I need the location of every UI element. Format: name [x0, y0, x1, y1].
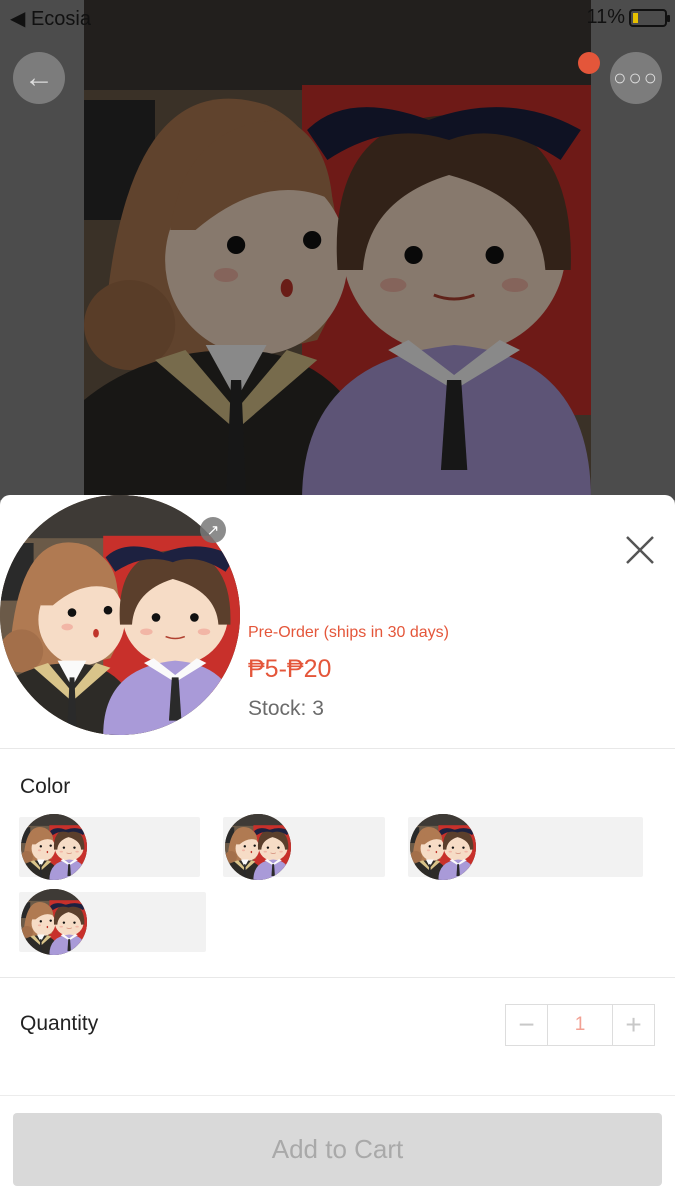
- more-dots-icon: ○○○: [613, 65, 659, 90]
- arrow-left-icon: ←: [24, 61, 54, 94]
- preorder-label: Pre-Order (ships in 30 days): [248, 624, 449, 641]
- divider: [0, 748, 675, 749]
- close-icon[interactable]: [623, 533, 657, 567]
- add-to-cart-button[interactable]: Add to Cart: [13, 1113, 662, 1186]
- status-carrier: ◀ Ecosia: [10, 8, 91, 30]
- color-option-1[interactable]: [19, 814, 200, 880]
- decrement-button[interactable]: −: [506, 1005, 547, 1045]
- quantity-input[interactable]: 1: [547, 1005, 613, 1045]
- price-range: ₱5-₱20: [248, 655, 332, 683]
- color-option-4[interactable]: [19, 889, 206, 955]
- option-thumbnail: [21, 889, 87, 955]
- battery-icon: [629, 8, 670, 27]
- quantity-section-title: Quantity: [20, 1012, 99, 1035]
- color-option-2[interactable]: [223, 814, 385, 880]
- dim-overlay[interactable]: [0, 0, 675, 500]
- variation-sheet: ↗ Pre-Order (ships in 30 days) ₱5-₱20 St…: [0, 495, 675, 1200]
- divider: [0, 977, 675, 978]
- cart-badge: [578, 52, 600, 74]
- more-button[interactable]: ○○○: [610, 52, 662, 104]
- option-thumbnail: [410, 814, 476, 880]
- color-option-3[interactable]: [408, 814, 643, 880]
- option-thumbnail: [21, 814, 87, 880]
- status-battery: 11%: [586, 6, 670, 29]
- sheet-footer: Add to Cart: [0, 1095, 675, 1200]
- battery-percent: 11%: [586, 6, 625, 28]
- option-thumbnail: [225, 814, 291, 880]
- back-button[interactable]: ←: [13, 52, 65, 104]
- product-page-background: ◀ Ecosia 11% ← ○○○: [0, 0, 675, 500]
- stock-count: Stock: 3: [248, 697, 324, 720]
- color-section-title: Color: [20, 775, 71, 798]
- increment-button[interactable]: +: [613, 1005, 654, 1045]
- expand-icon[interactable]: ↗: [200, 517, 226, 543]
- quantity-stepper: − 1 +: [505, 1004, 655, 1046]
